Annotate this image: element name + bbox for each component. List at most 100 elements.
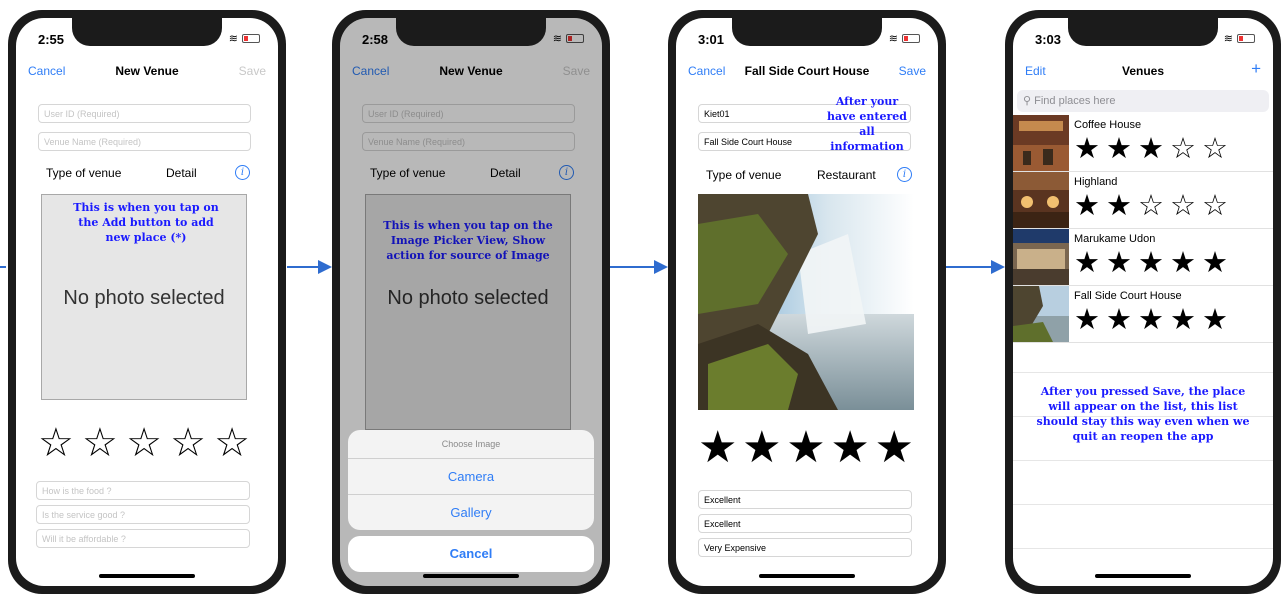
cancel-button[interactable]: Cancel [28,64,65,78]
venue-row[interactable]: Highland ★★☆☆☆ [1013,172,1273,229]
affordable-answer-field[interactable]: Very Expensive [698,538,912,557]
annotation-add-button: This is when you tap on the Add button t… [73,201,219,244]
screen-venue-filled: 3:01 ≋ Cancel Fall Side Court House Save… [676,18,938,586]
venue-rating-stars: ★★★☆☆ [1074,133,1234,165]
star-icon[interactable]: ★ [786,422,825,473]
venue-row[interactable]: Fall Side Court House ★★★★★ [1013,286,1273,343]
waterfall-image [698,194,914,410]
venue-photo[interactable] [698,194,914,410]
notch [1068,18,1218,46]
search-bar[interactable]: ⚲ Find places here [1017,90,1269,112]
info-icon[interactable]: i [897,167,912,182]
choose-image-sheet: Choose Image Camera Gallery [348,430,594,530]
home-indicator [759,574,855,578]
notch [396,18,546,46]
venue-type-value[interactable]: Detail [166,166,197,180]
service-answer-field[interactable]: Excellent [698,514,912,533]
phone-new-venue-empty: 2:55 ≋ Cancel New Venue Save User ID (Re… [8,10,286,594]
home-indicator [99,574,195,578]
venue-name: Highland [1074,176,1118,188]
battery-icon [902,34,920,43]
venue-name: Marukame Udon [1074,233,1156,245]
venue-rating-stars: ★★★★★ [1074,304,1234,336]
battery-icon [1237,34,1255,43]
wifi-icon: ≋ [228,33,238,45]
nav-title: Venues [1121,64,1165,78]
empty-row-separator [1013,504,1273,505]
flow-arrow-2-head [654,260,668,274]
save-button[interactable]: Save [899,64,926,78]
star-icon[interactable]: ★ [830,422,869,473]
star-icon[interactable]: ☆ [82,420,118,466]
phone-choose-image: 2:58 ≋ Cancel New Venue Save User ID (Re… [332,10,610,594]
user-id-field[interactable]: User ID (Required) [38,104,251,123]
flow-arrow-0 [0,266,6,268]
screen-new-venue-empty: 2:55 ≋ Cancel New Venue Save User ID (Re… [16,18,278,586]
nav-bar: Cancel New Venue Save [16,60,278,84]
venue-row[interactable]: Marukame Udon ★★★★★ [1013,229,1273,286]
star-icon[interactable]: ★ [742,422,781,473]
type-of-venue-label: Type of venue [706,168,782,182]
service-question-field[interactable]: Is the service good ? [36,505,250,524]
notch [72,18,222,46]
tutorial-canvas: 2:55 ≋ Cancel New Venue Save User ID (Re… [0,0,1281,594]
venue-type-value[interactable]: Restaurant [817,168,876,182]
food-question-field[interactable]: How is the food ? [36,481,250,500]
star-icon[interactable]: ★ [875,422,914,473]
screen-venues-list: 3:03 ≋ Edit Venues + ⚲ Find places here … [1013,18,1273,586]
star-icon[interactable]: ☆ [38,420,74,466]
screen-choose-image: 2:58 ≋ Cancel New Venue Save User ID (Re… [340,18,602,586]
search-icon: ⚲ [1023,95,1032,107]
status-time: 2:55 [38,32,65,47]
gallery-option[interactable]: Gallery [348,494,594,530]
affordable-question-field[interactable]: Will it be affordable ? [36,529,250,548]
camera-option[interactable]: Camera [348,458,594,494]
edit-button[interactable]: Edit [1025,64,1046,78]
venue-row[interactable]: Coffee House ★★★☆☆ [1013,115,1273,172]
sheet-cancel-button[interactable]: Cancel [348,536,594,572]
star-icon[interactable]: ☆ [126,420,162,466]
type-of-venue-label: Type of venue [46,166,122,180]
venue-name-field[interactable]: Venue Name (Required) [38,132,251,151]
venue-rating-stars: ★★★★★ [1074,247,1234,279]
status-icons: ≋ [229,32,260,45]
rating-stars[interactable]: ★ ★ ★ ★ ★ [698,422,914,473]
empty-row-separator [1013,460,1273,461]
venue-name: Fall Side Court House [1074,290,1182,302]
flow-arrow-3-head [991,260,1005,274]
rating-stars[interactable]: ☆ ☆ ☆ ☆ ☆ [38,420,250,466]
flow-arrow-1 [287,266,321,268]
wifi-icon: ≋ [1223,33,1233,45]
sheet-title: Choose Image [441,439,501,449]
venue-thumbnail [1013,115,1069,171]
phone-venue-filled: 3:01 ≋ Cancel Fall Side Court House Save… [668,10,946,594]
search-input[interactable]: Find places here [1034,95,1115,107]
cancel-button[interactable]: Cancel [688,64,725,78]
annotation-after-save: After you pressed Save, the place will a… [1036,385,1250,443]
star-icon[interactable]: ☆ [170,420,206,466]
add-venue-button[interactable]: + [1251,59,1261,79]
venue-rating-stars: ★★☆☆☆ [1074,190,1234,222]
battery-icon [242,34,260,43]
empty-row-separator [1013,548,1273,549]
venue-thumbnail [1013,229,1069,285]
venue-name: Coffee House [1074,119,1142,131]
venue-thumbnail [1013,172,1069,228]
nav-bar: Edit Venues + [1013,59,1273,84]
info-icon[interactable]: i [235,165,250,180]
status-time: 3:03 [1035,32,1062,47]
home-indicator [423,574,519,578]
home-indicator [1095,574,1191,578]
phone-venues-list: 3:03 ≋ Edit Venues + ⚲ Find places here … [1005,10,1281,594]
flow-arrow-2 [610,266,656,268]
annotation-entered-info: After your have entered all information [827,95,907,153]
flow-arrow-1-head [318,260,332,274]
star-icon[interactable]: ☆ [214,420,250,466]
food-answer-field[interactable]: Excellent [698,490,912,509]
status-icons: ≋ [1224,32,1255,45]
save-button[interactable]: Save [239,64,266,78]
empty-row-separator [1013,372,1273,373]
notch [732,18,882,46]
star-icon[interactable]: ★ [698,422,737,473]
nav-bar: Cancel Fall Side Court House Save [676,60,938,84]
